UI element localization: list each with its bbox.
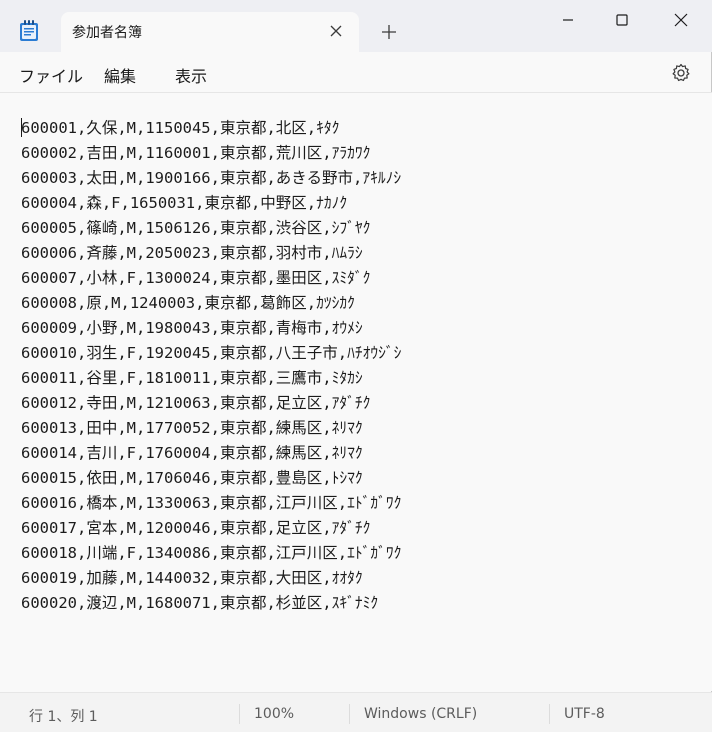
maximize-icon <box>616 14 628 26</box>
text-line: 600005,篠崎,M,1506126,東京都,渋谷区,ｼﾌﾞﾔｸ <box>21 219 371 237</box>
text-line: 600003,太田,M,1900166,東京都,あきる野市,ｱｷﾙﾉｼ <box>21 169 402 187</box>
menu-edit[interactable]: 編集 <box>104 63 136 87</box>
status-divider <box>349 704 350 724</box>
editor-lines: 600001,久保,M,1150045,東京都,北区,ｷﾀｸ 600002,吉田,… <box>21 116 401 616</box>
text-line: 600017,宮本,M,1200046,東京都,足立区,ｱﾀﾞﾁｸ <box>21 519 371 537</box>
close-tab-icon[interactable] <box>327 22 345 40</box>
text-line: 600009,小野,M,1980043,東京都,青梅市,ｵｳﾒｼ <box>21 319 363 337</box>
text-caret <box>21 118 22 137</box>
text-line: 600013,田中,M,1770052,東京都,練馬区,ﾈﾘﾏｸ <box>21 419 363 437</box>
text-line: 600014,吉川,F,1760004,東京都,練馬区,ﾈﾘﾏｸ <box>21 444 363 462</box>
text-line: 600008,原,M,1240003,東京都,葛飾区,ｶﾂｼｶｸ <box>21 294 355 312</box>
text-line: 600001,久保,M,1150045,東京都,北区,ｷﾀｸ <box>21 119 340 137</box>
settings-gear-icon[interactable] <box>671 63 691 83</box>
minimize-button[interactable] <box>539 0 597 40</box>
text-line: 600016,橋本,M,1330063,東京都,江戸川区,ｴﾄﾞｶﾞﾜｸ <box>21 494 402 512</box>
zoom-level[interactable]: 100% <box>254 706 294 722</box>
cursor-position: 行 1、列 1 <box>29 709 98 725</box>
text-line: 600004,森,F,1650031,東京都,中野区,ﾅｶﾉｸ <box>21 194 348 212</box>
line-ending[interactable]: Windows (CRLF) <box>364 706 477 722</box>
status-bar: 行 1、列 1 100% Windows (CRLF) UTF-8 <box>0 692 712 732</box>
menu-view[interactable]: 表示 <box>175 63 207 87</box>
text-line: 600011,谷里,F,1810011,東京都,三鷹市,ﾐﾀｶｼ <box>21 369 363 387</box>
text-line: 600018,川端,F,1340086,東京都,江戸川区,ｴﾄﾞｶﾞﾜｸ <box>21 544 402 562</box>
status-divider <box>239 704 240 724</box>
close-window-button[interactable] <box>652 0 710 40</box>
menu-bar: ファイル 編集 表示 <box>0 54 712 92</box>
text-line: 600012,寺田,M,1210063,東京都,足立区,ｱﾀﾞﾁｸ <box>21 394 371 412</box>
maximize-button[interactable] <box>593 0 651 40</box>
text-line: 600006,斉藤,M,2050023,東京都,羽村市,ﾊﾑﾗｼ <box>21 244 363 262</box>
tab-participant-list[interactable]: 参加者名簿 <box>61 12 359 54</box>
close-icon <box>674 13 688 27</box>
text-line: 600010,羽生,F,1920045,東京都,八王子市,ﾊﾁｵｳｼﾞｼ <box>21 344 402 362</box>
status-divider <box>549 704 550 724</box>
menu-file[interactable]: ファイル <box>19 63 83 87</box>
minimize-icon <box>563 19 573 21</box>
title-bar[interactable]: 参加者名簿 <box>0 0 712 54</box>
text-line: 600020,渡辺,M,1680071,東京都,杉並区,ｽｷﾞﾅﾐｸ <box>21 594 379 612</box>
new-tab-plus-icon[interactable] <box>379 22 399 42</box>
text-line: 600007,小林,F,1300024,東京都,墨田区,ｽﾐﾀﾞｸ <box>21 269 371 287</box>
text-line: 600002,吉田,M,1160001,東京都,荒川区,ｱﾗｶﾜｸ <box>21 144 371 162</box>
text-editor[interactable]: 600001,久保,M,1150045,東京都,北区,ｷﾀｸ 600002,吉田,… <box>0 93 712 691</box>
encoding[interactable]: UTF-8 <box>564 706 605 722</box>
text-line: 600019,加藤,M,1440032,東京都,大田区,ｵｵﾀｸ <box>21 569 363 587</box>
text-line: 600015,依田,M,1706046,東京都,豊島区,ﾄｼﾏｸ <box>21 469 363 487</box>
tab-title: 参加者名簿 <box>72 25 142 41</box>
notepad-icon <box>19 20 39 42</box>
notepad-window: 参加者名簿 ファイル 編集 表示 600001,久保,M,1150045,東京都… <box>0 0 712 732</box>
